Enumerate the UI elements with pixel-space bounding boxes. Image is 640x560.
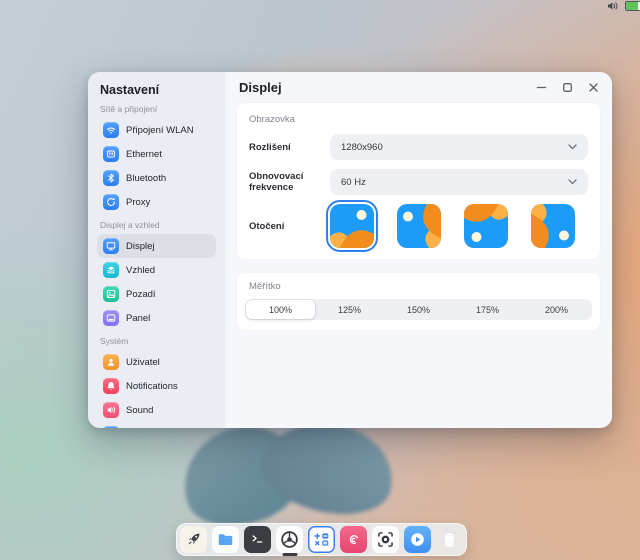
sidebar-item-display[interactable]: Displej: [97, 234, 216, 258]
panel-icon: [103, 310, 119, 326]
launcher-icon[interactable]: [180, 526, 207, 553]
system-tray: [607, 1, 638, 11]
active-app-indicator: [282, 553, 297, 556]
bluetooth-icon: [103, 170, 119, 186]
sidebar-item-ethernet[interactable]: Ethernet: [97, 142, 216, 166]
rotation-option-0-selected[interactable]: [326, 200, 378, 252]
content-pane: Displej Obrazovka Rozlišení: [225, 72, 612, 428]
sidebar-item-proxy[interactable]: Proxy: [97, 190, 216, 214]
sidebar-item-label: Vzhled: [126, 265, 155, 276]
sidebar-item-label: Bluetooth: [126, 173, 166, 184]
sidebar-item-notifications[interactable]: Notifications: [97, 374, 216, 398]
resolution-value: 1280x960: [341, 142, 568, 153]
sidebar: Nastavení Sítě a připojení Připojení WLA…: [88, 72, 225, 428]
wallpaper-icon: [103, 286, 119, 302]
sidebar-item-panel[interactable]: Panel: [97, 306, 216, 330]
sidebar-section-network: Sítě a připojení: [100, 104, 213, 115]
settings-window: Nastavení Sítě a připojení Připojení WLA…: [88, 72, 612, 428]
control-center-icon[interactable]: [276, 526, 303, 553]
bell-icon: [103, 378, 119, 394]
window-controls: [535, 81, 600, 94]
resolution-label: Rozlišení: [249, 142, 330, 153]
minimize-button[interactable]: [535, 81, 548, 94]
chevron-down-icon: [568, 179, 577, 185]
sidebar-item-appearance[interactable]: Vzhled: [97, 258, 216, 282]
page-title: Displej: [239, 80, 282, 95]
ethernet-icon: [103, 146, 119, 162]
refresh-label: Obnovovací frekvence: [249, 171, 330, 193]
scale-option-200[interactable]: 200%: [522, 300, 591, 319]
scale-option-175[interactable]: 175%: [453, 300, 522, 319]
terminal-icon[interactable]: [244, 526, 271, 553]
speaker-icon: [103, 402, 119, 418]
rotation-options: [330, 204, 575, 248]
maximize-button[interactable]: [561, 81, 574, 94]
chevron-down-icon: [568, 144, 577, 150]
sidebar-item-sound[interactable]: Sound: [97, 398, 216, 422]
sidebar-item-label: Displej: [126, 241, 155, 252]
scale-segmented-control: 100% 125% 150% 175% 200%: [245, 299, 592, 320]
rotation-row: Otočení: [249, 204, 588, 248]
sidebar-item-wlan[interactable]: Připojení WLAN: [97, 118, 216, 142]
music-icon[interactable]: [340, 526, 367, 553]
volume-icon[interactable]: [607, 1, 619, 11]
scale-option-125[interactable]: 125%: [315, 300, 384, 319]
rotation-label: Otočení: [249, 221, 330, 232]
rotation-option-180[interactable]: [464, 204, 508, 248]
sidebar-item-clipped[interactable]: [97, 422, 216, 428]
rotation-option-90[interactable]: [397, 204, 441, 248]
scale-option-150[interactable]: 150%: [384, 300, 453, 319]
calculator-icon[interactable]: [308, 526, 335, 553]
sidebar-item-label: Panel: [126, 313, 150, 324]
refresh-value: 60 Hz: [341, 177, 568, 188]
wifi-icon: [103, 122, 119, 138]
screenshot-icon[interactable]: [372, 526, 399, 553]
refresh-row: Obnovovací frekvence 60 Hz: [249, 169, 588, 195]
sidebar-item-label: Uživatel: [126, 357, 160, 368]
sidebar-section-system: Systém: [100, 336, 213, 347]
trash-icon[interactable]: [436, 526, 463, 553]
desktop: Nastavení Sítě a připojení Připojení WLA…: [0, 0, 640, 560]
screen-card-title: Obrazovka: [249, 114, 588, 125]
clipped-icon: [103, 426, 119, 428]
scale-card: Měřítko 100% 125% 150% 175% 200%: [237, 273, 600, 330]
sidebar-item-label: Připojení WLAN: [126, 125, 194, 136]
display-icon: [103, 238, 119, 254]
battery-icon[interactable]: [625, 1, 640, 11]
resolution-row: Rozlišení 1280x960: [249, 134, 588, 160]
app-title: Nastavení: [100, 83, 216, 97]
file-manager-icon[interactable]: [212, 526, 239, 553]
scale-card-title: Měřítko: [249, 281, 592, 292]
user-icon: [103, 354, 119, 370]
refresh-dropdown[interactable]: 60 Hz: [330, 169, 588, 195]
sidebar-item-label: Proxy: [126, 197, 150, 208]
scale-option-100[interactable]: 100%: [246, 300, 315, 319]
close-icon[interactable]: [587, 81, 600, 94]
media-player-icon[interactable]: [404, 526, 431, 553]
proxy-icon: [103, 194, 119, 210]
sidebar-item-label: Notifications: [126, 381, 178, 392]
screen-card: Obrazovka Rozlišení 1280x960 Obnovovací …: [237, 103, 600, 259]
sidebar-section-display: Displej a vzhled: [100, 220, 213, 231]
rotation-option-270[interactable]: [531, 204, 575, 248]
sidebar-item-user[interactable]: Uživatel: [97, 350, 216, 374]
dock: [176, 523, 467, 556]
resolution-dropdown[interactable]: 1280x960: [330, 134, 588, 160]
sidebar-item-bluetooth[interactable]: Bluetooth: [97, 166, 216, 190]
sidebar-item-label: Sound: [126, 405, 153, 416]
sidebar-item-label: Pozadí: [126, 289, 156, 300]
appearance-icon: [103, 262, 119, 278]
sidebar-item-wallpaper[interactable]: Pozadí: [97, 282, 216, 306]
sidebar-item-label: Ethernet: [126, 149, 162, 160]
